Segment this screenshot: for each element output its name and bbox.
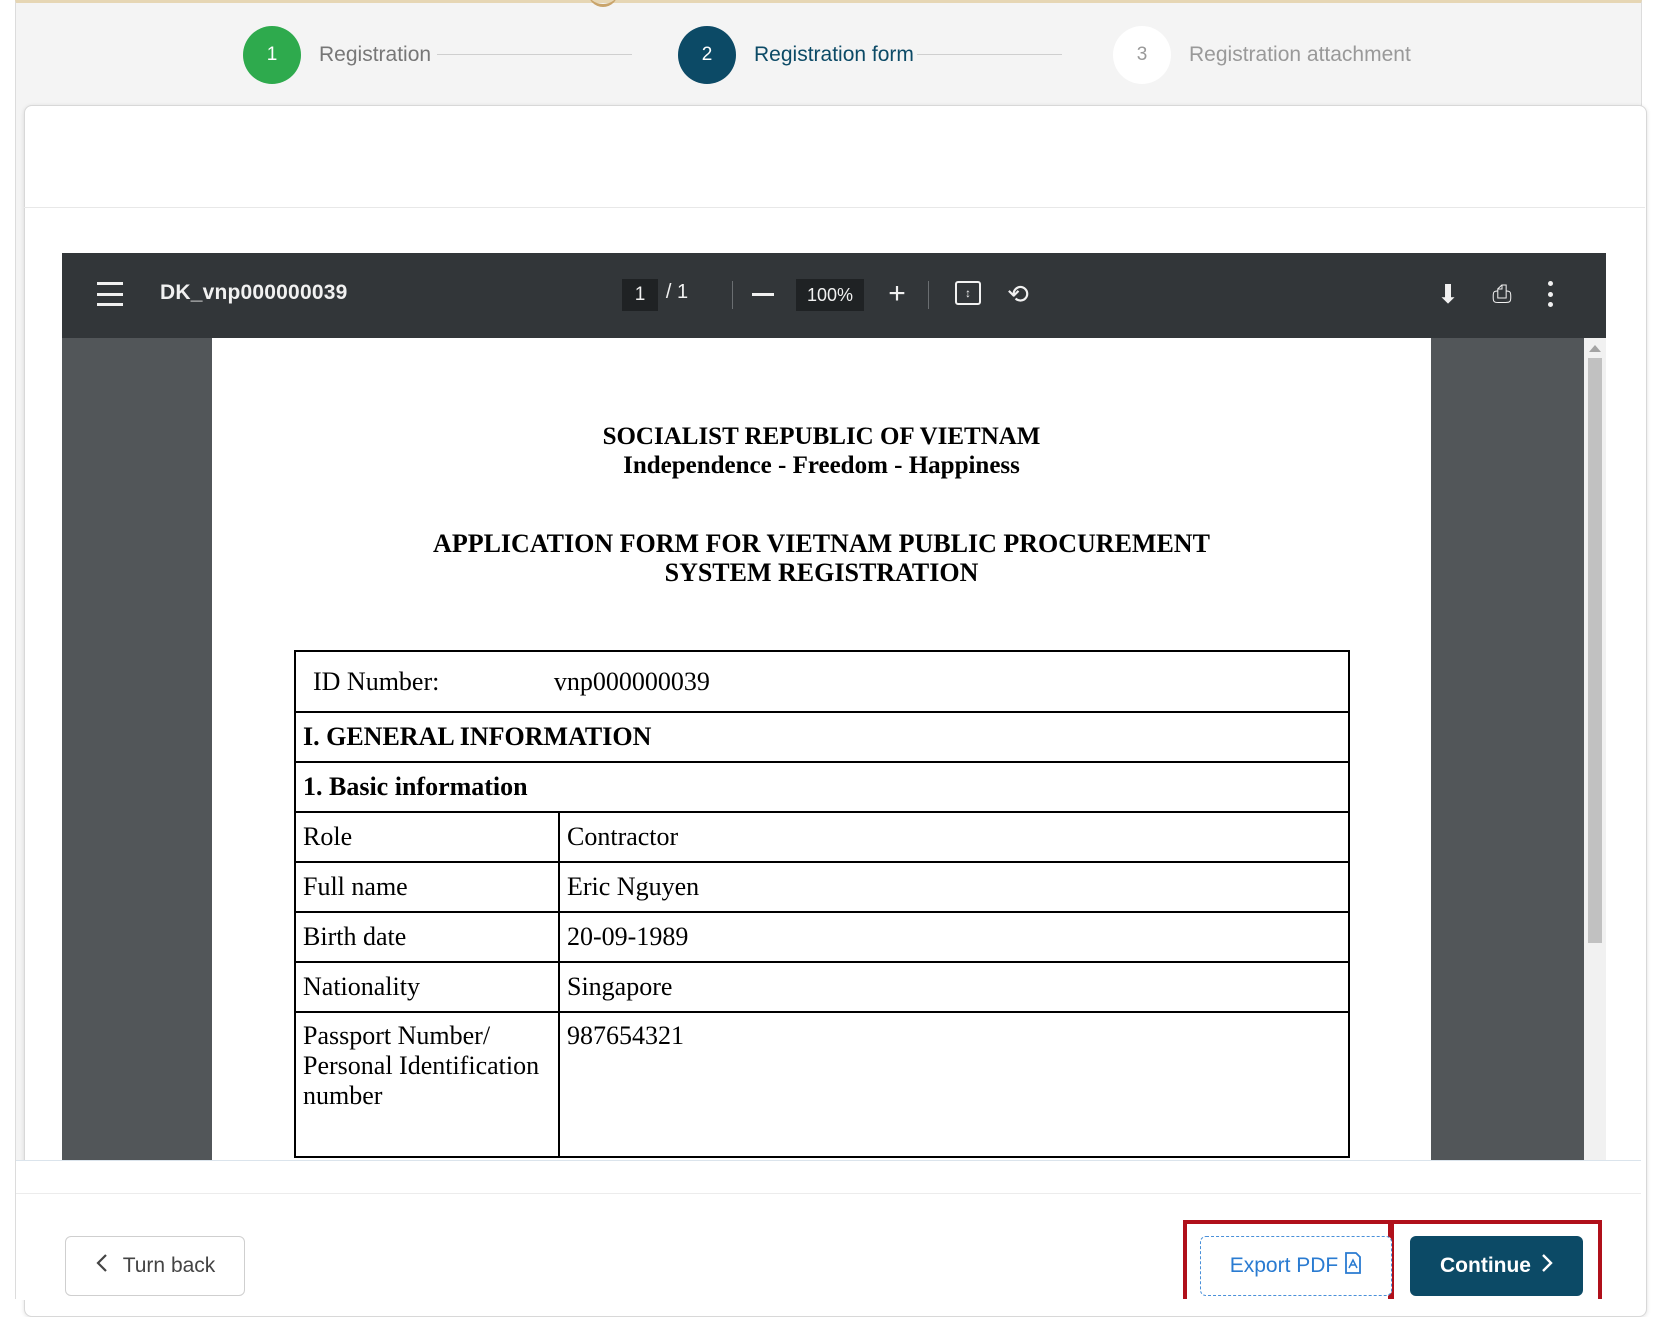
doc-title: APPLICATION FORM FOR VIETNAM PUBLIC PROC…: [433, 529, 1210, 558]
field-value: Contractor: [558, 811, 1350, 863]
fit-page-icon[interactable]: ↕: [955, 281, 981, 305]
zoom-level-input[interactable]: 100%: [796, 279, 864, 311]
table-row: 1. Basic information: [294, 761, 1350, 813]
continue-button[interactable]: Continue: [1410, 1236, 1583, 1296]
table-row: Nationality Singapore: [294, 961, 1350, 1013]
rotate-icon[interactable]: ⟲: [1002, 278, 1034, 310]
turn-back-button[interactable]: Turn back: [65, 1236, 245, 1296]
chevron-right-icon: [1541, 1253, 1553, 1279]
step-label: Registration attachment: [1189, 43, 1411, 66]
pdf-toolbar: DK_vnp000000039 1 / 1 100% + ↕ ⟲ ⬇ ⎙: [62, 253, 1606, 338]
more-options-icon[interactable]: [1540, 277, 1560, 311]
step-connector: [437, 54, 632, 55]
download-icon[interactable]: ⬇: [1434, 277, 1462, 311]
pdf-file-icon: [1344, 1252, 1362, 1280]
section-heading: I. GENERAL INFORMATION: [294, 711, 1350, 763]
file-title: DK_vnp000000039: [160, 281, 348, 304]
card-divider: [24, 207, 1645, 208]
id-cell: ID Number: vnp000000039: [294, 650, 1350, 713]
step-label: Registration: [319, 43, 432, 66]
field-value: 20-09-1989: [558, 911, 1350, 963]
step-number: 2: [678, 26, 736, 84]
table-row: ID Number: vnp000000039: [294, 650, 1350, 713]
export-pdf-button[interactable]: Export PDF: [1200, 1236, 1392, 1296]
field-value: Singapore: [558, 961, 1350, 1013]
doc-title: SYSTEM REGISTRATION: [664, 558, 979, 587]
turn-back-label: Turn back: [122, 1254, 216, 1277]
step-number: 3: [1113, 26, 1171, 84]
page-count: / 1: [665, 281, 689, 303]
form-table: ID Number: vnp000000039 I. GENERAL INFOR…: [294, 650, 1350, 1158]
field-key: Nationality: [294, 961, 560, 1013]
scroll-up-icon[interactable]: [1589, 345, 1601, 352]
zoom-out-icon[interactable]: [752, 293, 774, 296]
subsection-heading: 1. Basic information: [294, 761, 1350, 813]
step-connector: [917, 54, 1062, 55]
scrollbar-thumb[interactable]: [1588, 358, 1602, 943]
id-label: ID Number:: [313, 666, 440, 696]
step-registration: 1 Registration: [243, 26, 432, 84]
zoom-in-icon[interactable]: +: [884, 277, 910, 310]
table-row: I. GENERAL INFORMATION: [294, 711, 1350, 763]
toolbar-separator: [928, 281, 929, 309]
print-icon[interactable]: ⎙: [1486, 279, 1518, 311]
footer-divider: [16, 1193, 1641, 1194]
field-key: Birth date: [294, 911, 560, 963]
menu-icon[interactable]: [96, 282, 124, 306]
doc-motto: Independence - Freedom - Happiness: [623, 452, 1020, 479]
step-number: 1: [243, 26, 301, 84]
id-value: vnp000000039: [553, 666, 710, 696]
page-number-input[interactable]: 1: [622, 279, 658, 311]
doc-nation: SOCIALIST REPUBLIC OF VIETNAM: [602, 423, 1041, 450]
pdf-page: SOCIALIST REPUBLIC OF VIETNAM Independen…: [212, 338, 1431, 1160]
field-value: 987654321: [558, 1011, 1350, 1158]
field-value: Eric Nguyen: [558, 861, 1350, 913]
table-row: Full name Eric Nguyen: [294, 861, 1350, 913]
step-registration-attachment: 3 Registration attachment: [1113, 26, 1411, 84]
chevron-left-icon: [95, 1253, 109, 1279]
step-registration-form: 2 Registration form: [678, 26, 914, 84]
table-row: Birth date 20-09-1989: [294, 911, 1350, 963]
field-key: Full name: [294, 861, 560, 913]
table-row: Role Contractor: [294, 811, 1350, 863]
field-key: Role: [294, 811, 560, 863]
continue-label: Continue: [1440, 1254, 1531, 1277]
step-label: Registration form: [754, 43, 914, 66]
export-pdf-label: Export PDF: [1229, 1254, 1339, 1277]
table-row: Passport Number/ Personal Identification…: [294, 1011, 1350, 1158]
field-key: Passport Number/ Personal Identification…: [294, 1011, 560, 1158]
pdf-viewer[interactable]: DK_vnp000000039 1 / 1 100% + ↕ ⟲ ⬇ ⎙ SOC…: [62, 253, 1606, 1160]
toolbar-separator: [732, 281, 733, 309]
